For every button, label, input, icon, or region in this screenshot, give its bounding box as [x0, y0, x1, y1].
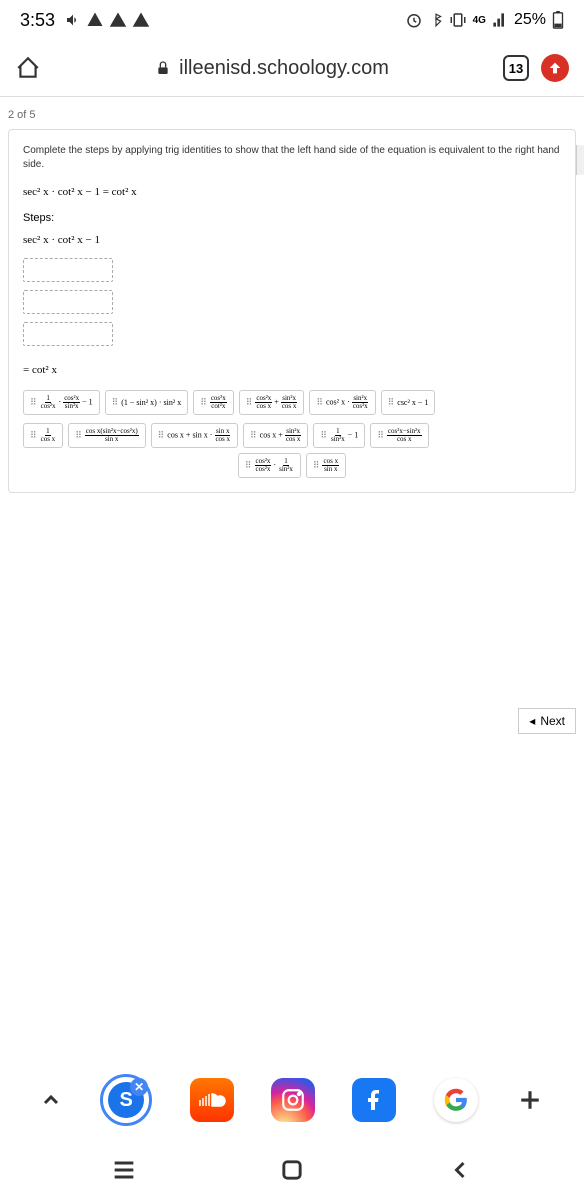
- tile-content: cos²xcos²x · 1sin²x: [255, 458, 294, 473]
- browser-bar: illeenisd.schoology.com 13: [0, 40, 584, 96]
- network-label: 4G: [473, 15, 486, 26]
- volume-icon: [65, 12, 81, 28]
- update-icon[interactable]: [541, 54, 569, 82]
- content-area: 2 of 5 Complete the steps by applying tr…: [0, 97, 584, 493]
- battery-icon: [552, 11, 564, 29]
- back-icon[interactable]: [446, 1156, 474, 1184]
- answer-tile[interactable]: ⠿cos²x−sin²xcos x: [370, 423, 428, 448]
- drag-handle-icon: ⠿: [320, 430, 327, 441]
- answer-tile[interactable]: ⠿cos x(sin²x−cos²x)sin x: [68, 423, 145, 448]
- signal-icon: [492, 12, 508, 28]
- drag-handle-icon: ⠿: [377, 430, 384, 441]
- bluetooth-icon: [429, 11, 443, 29]
- drag-handle-icon: ⠿: [112, 397, 119, 408]
- tiles-row-2: ⠿1cos x ⠿cos x(sin²x−cos²x)sin x ⠿cos x …: [23, 423, 561, 448]
- add-icon[interactable]: [515, 1085, 545, 1115]
- facebook-app[interactable]: [352, 1078, 396, 1122]
- tile-content: cos²xcos x + sin²xcos x: [255, 395, 297, 410]
- tile-content: 1cos x: [40, 428, 57, 443]
- tile-content: cos x + sin²xcos x: [260, 428, 302, 443]
- drag-handle-icon: ⠿: [250, 430, 257, 441]
- alarm-icon: [405, 11, 423, 29]
- warning-icon-2: [132, 11, 150, 29]
- drag-handle-icon: ⠿: [388, 397, 395, 408]
- equation: sec² x · cot² x − 1 = cot² x: [23, 186, 561, 198]
- status-bar: 3:53 4G 25%: [0, 0, 584, 40]
- drag-handle-icon: ⠿: [75, 430, 82, 441]
- recent-app-button[interactable]: S ✕: [100, 1074, 152, 1126]
- status-time: 3:53: [20, 10, 55, 31]
- instagram-app[interactable]: [271, 1078, 315, 1122]
- page-counter: 2 of 5: [0, 109, 584, 129]
- question-prompt: Complete the steps by applying trig iden…: [23, 144, 561, 172]
- navigation-bar: [0, 1140, 584, 1200]
- step-expression: sec² x · cot² x − 1: [23, 234, 561, 246]
- answer-tile[interactable]: ⠿cos²xcot²x: [193, 390, 234, 415]
- url-bar[interactable]: illeenisd.schoology.com: [53, 57, 491, 80]
- url-text: illeenisd.schoology.com: [179, 57, 389, 80]
- tile-content: cos x(sin²x−cos²x)sin x: [85, 428, 139, 443]
- warning-icon: [109, 11, 127, 29]
- drop-zone-1[interactable]: [23, 258, 113, 282]
- drag-handle-icon: ⠿: [246, 397, 253, 408]
- app-dock: S ✕: [0, 1070, 584, 1130]
- google-app[interactable]: [434, 1078, 478, 1122]
- answer-tile[interactable]: ⠿(1 − sin² x) · sin² x: [105, 390, 189, 415]
- tile-content: (1 − sin² x) · sin² x: [121, 398, 181, 407]
- recents-icon[interactable]: [110, 1156, 138, 1184]
- answer-tile[interactable]: ⠿cos x + sin x · sin xcos x: [151, 423, 238, 448]
- answer-tile[interactable]: ⠿1cos x: [23, 423, 63, 448]
- tab-count-badge[interactable]: 13: [503, 55, 529, 81]
- drop-zone-2[interactable]: [23, 290, 113, 314]
- drag-handle-icon: ⠿: [313, 460, 320, 471]
- drag-handle-icon: ⠿: [200, 397, 207, 408]
- home-icon[interactable]: [15, 55, 41, 81]
- answer-tile[interactable]: ⠿cos² x · sin²xcos²x: [309, 390, 375, 415]
- answer-tile[interactable]: ⠿1cos²x · cos²xsin²x − 1: [23, 390, 100, 415]
- tile-content: cos²xcot²x: [210, 395, 227, 410]
- battery-percent: 25%: [514, 11, 546, 29]
- drag-handle-icon: ⠿: [30, 397, 37, 408]
- tile-content: 1sin²x − 1: [330, 428, 358, 443]
- final-expression: = cot² x: [23, 364, 561, 376]
- tile-content: cos²x−sin²xcos x: [387, 428, 422, 443]
- answer-tile[interactable]: ⠿1sin²x − 1: [313, 423, 365, 448]
- tiles-row-3: ⠿cos²xcos²x · 1sin²x ⠿cos xsin x: [23, 453, 561, 478]
- lock-icon: [155, 60, 171, 76]
- steps-label: Steps:: [23, 212, 561, 224]
- drag-handle-icon: ⠿: [158, 430, 165, 441]
- tile-content: 1cos²x · cos²xsin²x − 1: [40, 395, 93, 410]
- drag-handle-icon: ⠿: [245, 460, 252, 471]
- prev-arrow-icon: ◂: [529, 714, 535, 728]
- drop-zone-3[interactable]: [23, 322, 113, 346]
- next-button[interactable]: ◂ Next: [518, 708, 576, 734]
- tile-content: cos² x · sin²xcos²x: [326, 395, 369, 410]
- tile-content: cos x + sin x · sin xcos x: [167, 428, 231, 443]
- answer-tile[interactable]: ⠿csc² x − 1: [381, 390, 436, 415]
- question-box: Complete the steps by applying trig iden…: [8, 129, 576, 493]
- app-s-icon: S ✕: [108, 1082, 144, 1118]
- vibrate-icon: [449, 11, 467, 29]
- soundcloud-app[interactable]: [190, 1078, 234, 1122]
- chevron-up-icon[interactable]: [39, 1088, 63, 1112]
- drag-handle-icon: ⠿: [30, 430, 37, 441]
- tile-content: csc² x − 1: [397, 398, 428, 407]
- drag-handle-icon: ⠿: [316, 397, 323, 408]
- notification-icon: [86, 11, 104, 29]
- answer-tile[interactable]: ⠿cos²xcos x + sin²xcos x: [239, 390, 305, 415]
- answer-tile[interactable]: ⠿cos xsin x: [306, 453, 346, 478]
- close-badge-icon[interactable]: ✕: [130, 1078, 148, 1096]
- answer-tile[interactable]: ⠿cos²xcos²x · 1sin²x: [238, 453, 301, 478]
- answer-tile[interactable]: ⠿cos x + sin²xcos x: [243, 423, 308, 448]
- home-nav-icon[interactable]: [278, 1156, 306, 1184]
- settings-toggle[interactable]: [576, 145, 584, 175]
- tiles-row-1: ⠿1cos²x · cos²xsin²x − 1 ⠿(1 − sin² x) ·…: [23, 390, 561, 415]
- tile-content: cos xsin x: [322, 458, 339, 473]
- next-label: Next: [540, 714, 565, 728]
